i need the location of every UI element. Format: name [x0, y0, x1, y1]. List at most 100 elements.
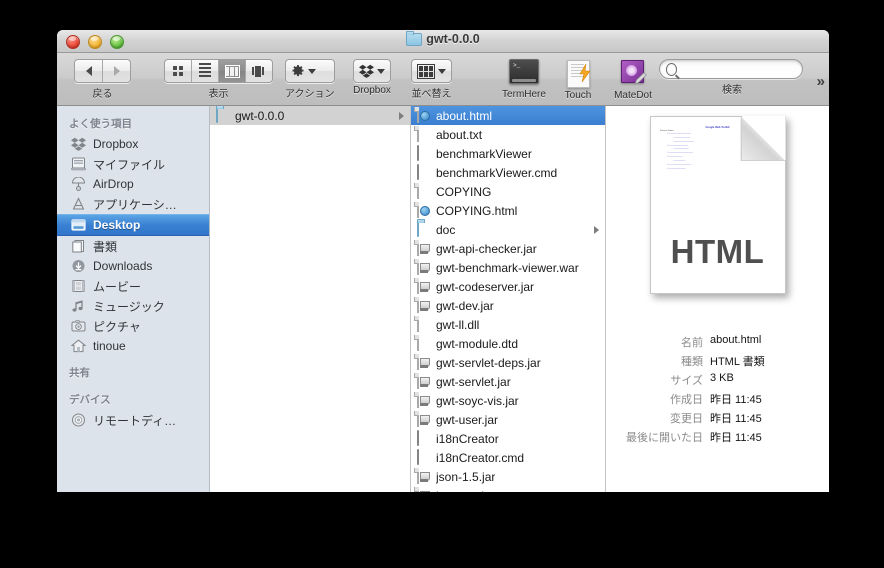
sidebar-item-pictures[interactable]: ピクチャ: [57, 316, 209, 336]
file-row[interactable]: gwt-servlet.jar: [411, 372, 605, 391]
sidebar-item-myfiles[interactable]: マイファイル: [57, 154, 209, 174]
file-name: gwt-ll.dll: [436, 317, 480, 332]
list-view-button[interactable]: [192, 60, 219, 82]
file-row-gwt[interactable]: gwt-0.0.0: [210, 106, 410, 125]
file-info-row: サイズ 3 KB: [606, 372, 829, 388]
file-row[interactable]: json-src.jar: [411, 486, 605, 492]
file-name: gwt-module.dtd: [436, 336, 519, 351]
sidebar-item-airdrop[interactable]: AirDrop: [57, 174, 209, 194]
preview-filetype-label: HTML: [670, 233, 765, 270]
file-row[interactable]: COPYING.html: [411, 201, 605, 220]
icon-view-button[interactable]: [165, 60, 192, 82]
window-title: gwt-0.0.0: [57, 30, 829, 46]
jar-file-icon: [417, 486, 431, 492]
file-row[interactable]: gwt-soyc-vis.jar: [411, 391, 605, 410]
jar-file-icon: [417, 410, 431, 428]
back-forward-control[interactable]: [74, 59, 131, 83]
navigation-group: 戻る: [74, 59, 131, 100]
file-row[interactable]: i18nCreator: [411, 429, 605, 448]
arrange-icon: [417, 63, 435, 79]
sidebar-item-label: ピクチャ: [93, 319, 141, 334]
file-row[interactable]: about.html: [411, 106, 605, 125]
view-mode-group: 表示: [164, 59, 273, 100]
sidebar-item-downloads[interactable]: Downloads: [57, 256, 209, 276]
file-info-value: 昨日 11:45: [710, 432, 762, 444]
file-row[interactable]: gwt-ll.dll: [411, 315, 605, 334]
executable-icon: [417, 448, 431, 466]
sidebar-item-label: ムービー: [93, 279, 142, 294]
file-name: gwt-servlet-deps.jar: [436, 355, 541, 370]
file-row[interactable]: gwt-benchmark-viewer.war: [411, 258, 605, 277]
file-row[interactable]: gwt-module.dtd: [411, 334, 605, 353]
file-row[interactable]: COPYING: [411, 182, 605, 201]
sidebar-item-home[interactable]: tinoue: [57, 336, 209, 356]
file-column-one[interactable]: gwt-0.0.0: [210, 106, 411, 492]
coverflow-view-button[interactable]: [246, 60, 272, 82]
file-column-two[interactable]: about.html about.txt benchmarkViewer ben…: [411, 106, 606, 492]
app-matedot[interactable]: MateDot: [602, 59, 664, 101]
view-mode-label: 表示: [208, 89, 229, 100]
title-bar[interactable]: gwt-0.0.0: [57, 30, 829, 53]
file-info-row: 変更日 昨日 11:45: [606, 410, 829, 426]
arrange-button[interactable]: [411, 59, 452, 83]
sidebar-item-documents[interactable]: 書類: [57, 236, 209, 256]
file-info-row: 作成日 昨日 11:45: [606, 391, 829, 407]
file-info-key: 種類: [681, 356, 703, 368]
file-row[interactable]: gwt-api-checker.jar: [411, 239, 605, 258]
sidebar-item-dropbox[interactable]: Dropbox: [57, 134, 209, 154]
applications-icon: [71, 196, 87, 212]
file-row[interactable]: gwt-codeserver.jar: [411, 277, 605, 296]
sidebar-item-music[interactable]: ミュージック: [57, 296, 209, 316]
chevron-down-icon: [308, 68, 316, 74]
column-view-button[interactable]: [219, 60, 246, 82]
sidebar-item-desktop[interactable]: Desktop: [57, 214, 209, 236]
forward-button[interactable]: [103, 60, 130, 82]
action-button[interactable]: [285, 59, 335, 83]
jar-file-icon: [417, 277, 431, 295]
search-input[interactable]: [681, 62, 796, 76]
sidebar-item-label: Dropbox: [93, 137, 139, 151]
search-field[interactable]: [659, 59, 803, 79]
search-icon: [666, 62, 678, 76]
folder-icon: [216, 106, 230, 124]
file-name: about.html: [436, 108, 493, 123]
matedot-icon: [620, 60, 647, 88]
file-name: gwt-benchmark-viewer.war: [436, 260, 579, 275]
action-group: アクション: [285, 59, 335, 100]
file-name: benchmarkViewer.cmd: [436, 165, 558, 180]
app-termhere[interactable]: >_ TermHere: [494, 59, 554, 100]
file-info-value: 昨日 11:45: [710, 394, 762, 406]
executable-icon: [417, 163, 431, 181]
dropbox-button[interactable]: [353, 59, 391, 83]
toolbar-overflow-button[interactable]: »: [817, 73, 825, 90]
file-row[interactable]: about.txt: [411, 125, 605, 144]
file-row[interactable]: doc: [411, 220, 605, 239]
file-row[interactable]: benchmarkViewer: [411, 144, 605, 163]
music-icon: [71, 299, 87, 314]
file-row[interactable]: benchmarkViewer.cmd: [411, 163, 605, 182]
jar-file-icon: [417, 372, 431, 390]
sidebar-item-remote-disc[interactable]: リモートディ…: [57, 410, 209, 430]
file-row[interactable]: gwt-servlet-deps.jar: [411, 353, 605, 372]
app-touch[interactable]: Touch: [552, 59, 604, 101]
html-file-icon: [417, 106, 431, 124]
coverflow-icon: [252, 65, 266, 77]
file-info-row: 名前 about.html: [606, 334, 829, 350]
sidebar-item-label: ミュージック: [93, 299, 165, 314]
back-button[interactable]: [75, 60, 103, 82]
preview-pane: Google Web Toolkit Release Notes • ─────…: [606, 106, 829, 492]
arrange-group: 並べ替え: [411, 59, 452, 100]
file-name: gwt-servlet.jar: [436, 374, 511, 389]
jar-file-icon: [417, 258, 431, 276]
sidebar-item-applications[interactable]: アプリケーシ…: [57, 194, 209, 214]
file-row[interactable]: gwt-user.jar: [411, 410, 605, 429]
sidebar-item-label: Downloads: [93, 259, 153, 273]
file-row[interactable]: i18nCreator.cmd: [411, 448, 605, 467]
pictures-icon: [71, 319, 87, 334]
terminal-icon: >_: [509, 59, 539, 87]
sidebar-item-movies[interactable]: ムービー: [57, 276, 209, 296]
file-row[interactable]: json-1.5.jar: [411, 467, 605, 486]
file-row[interactable]: gwt-dev.jar: [411, 296, 605, 315]
jar-file-icon: [417, 296, 431, 314]
view-mode-control[interactable]: [164, 59, 273, 83]
